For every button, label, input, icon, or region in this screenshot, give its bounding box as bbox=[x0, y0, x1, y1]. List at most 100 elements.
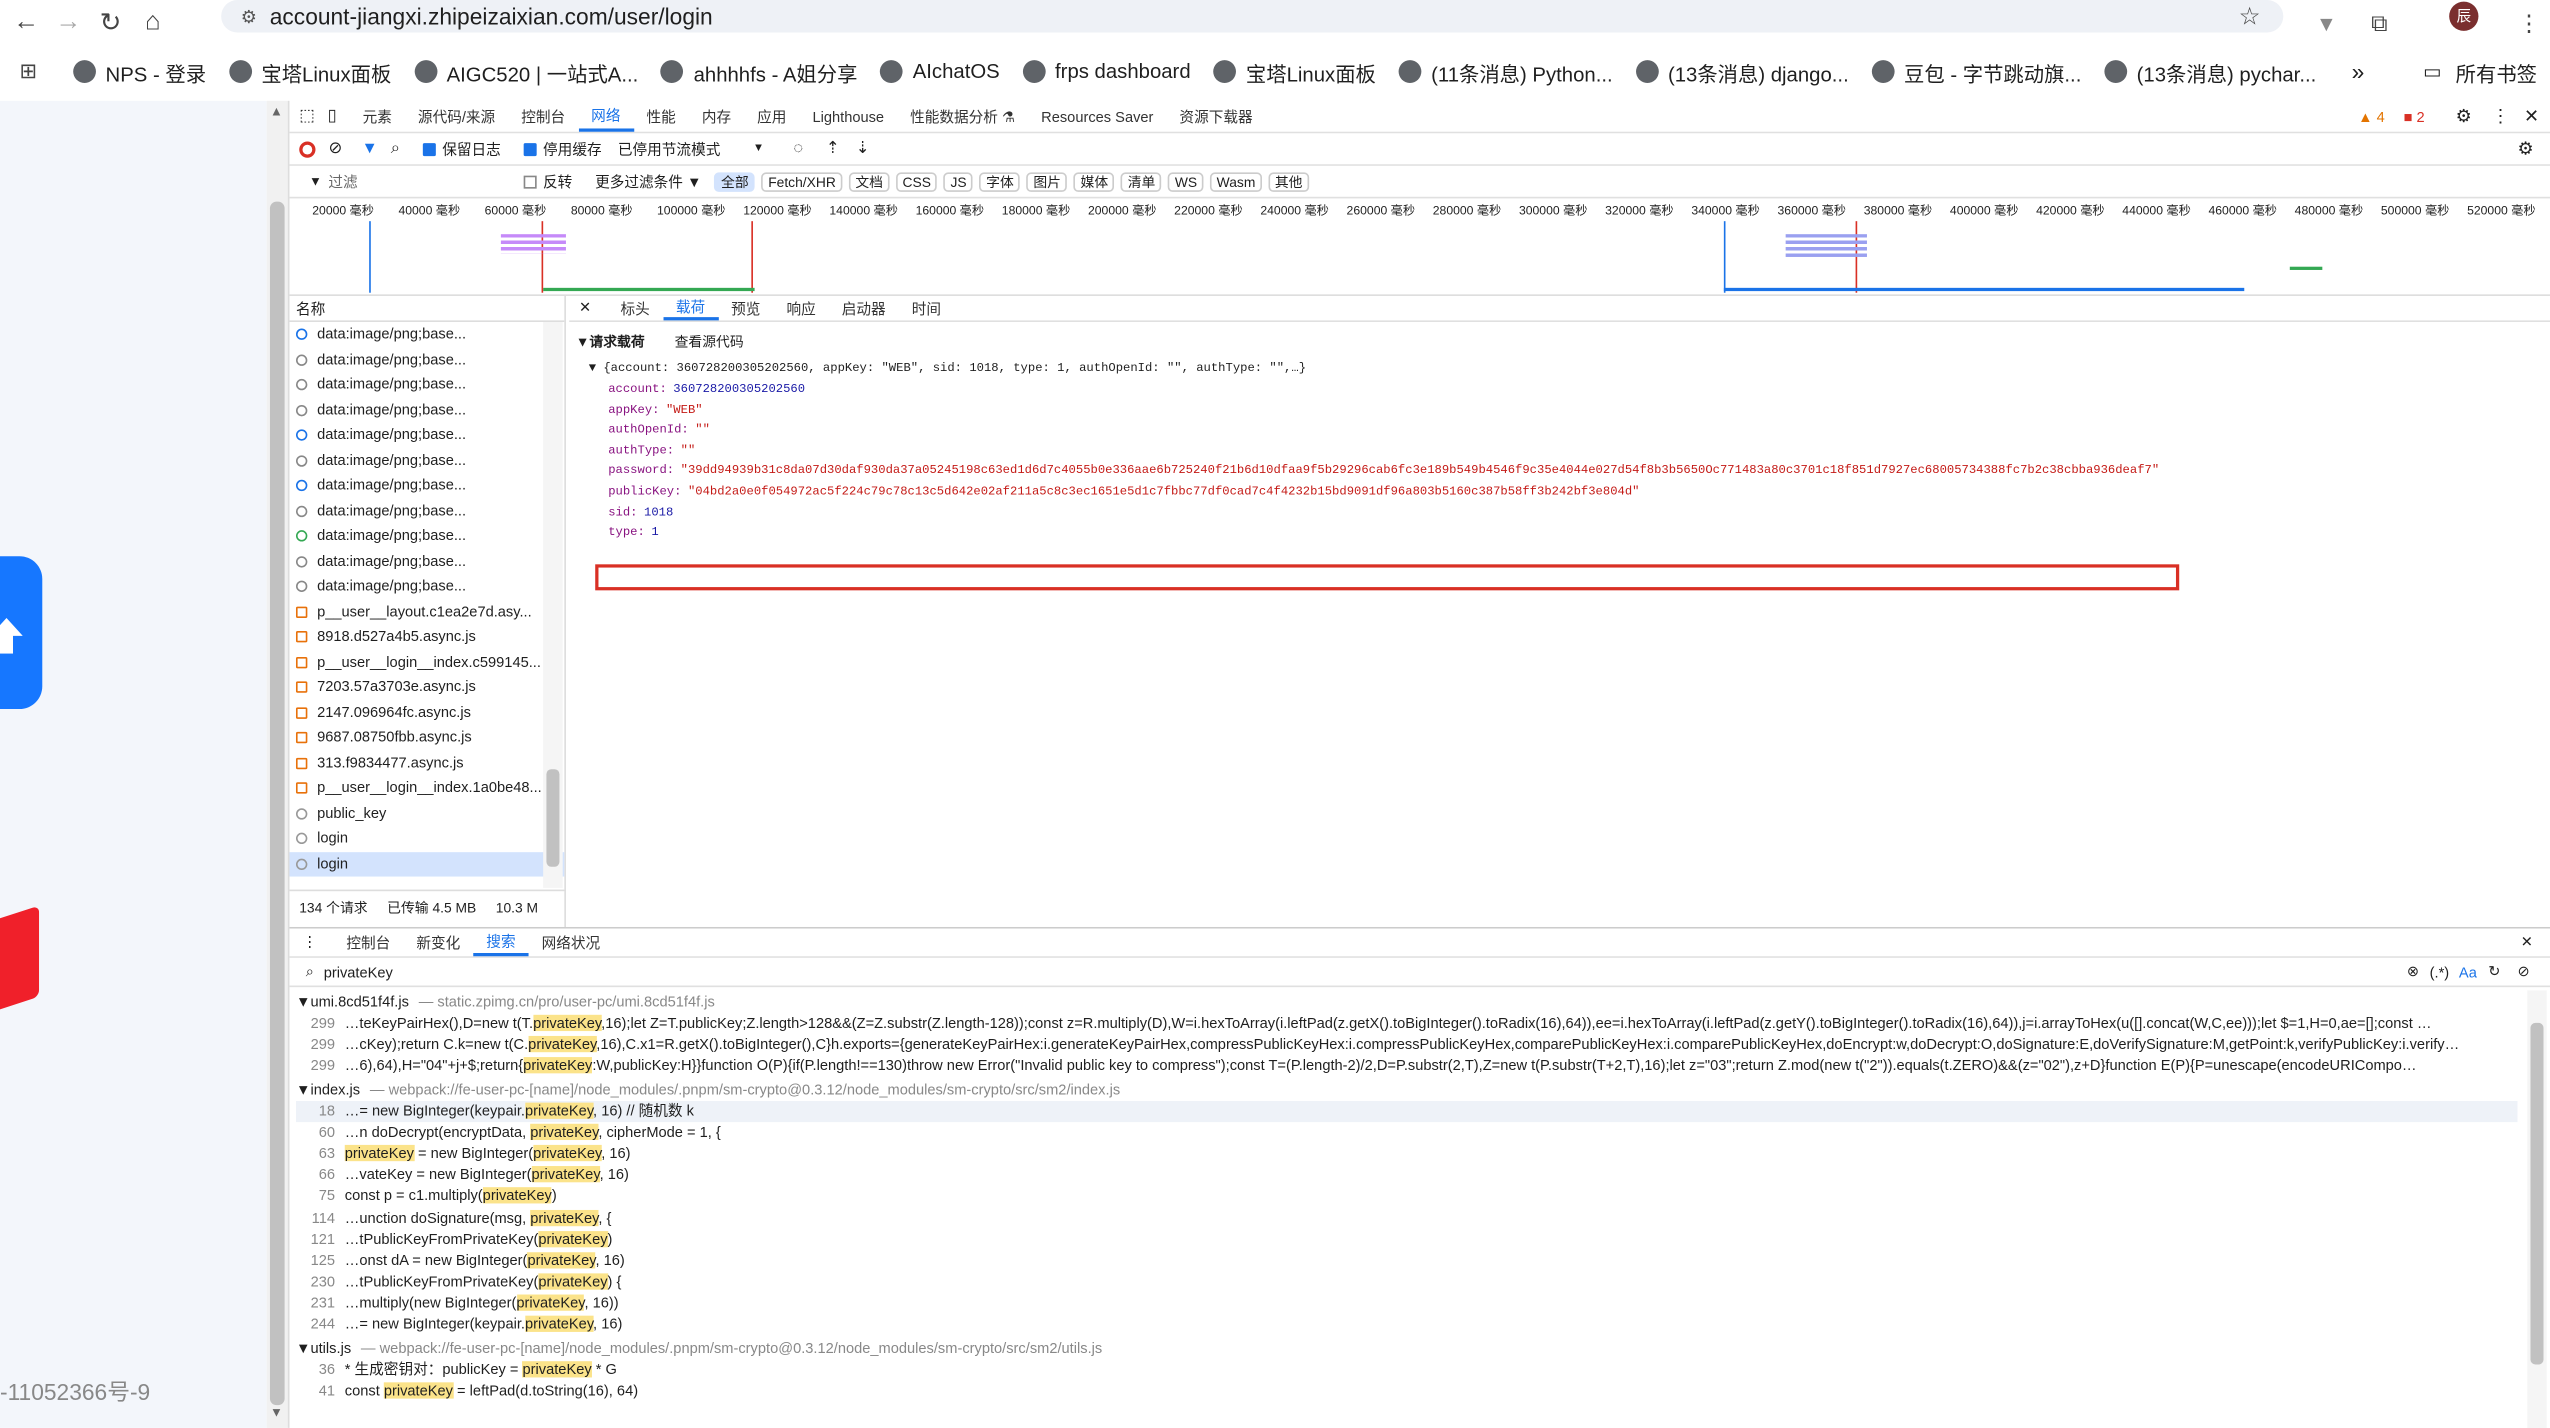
inspect-icon[interactable]: ⬚ bbox=[299, 107, 314, 125]
back-icon[interactable]: ← bbox=[10, 8, 43, 37]
filter-type-chip[interactable]: Wasm bbox=[1210, 171, 1262, 192]
result-line[interactable]: 299 …cKey);return C.k=new t(C.privateKey,… bbox=[296, 1035, 2517, 1056]
regex-icon[interactable]: (.*) bbox=[2430, 964, 2450, 980]
payload-summary[interactable]: ▼ {account: 360728200305202560, appKey: … bbox=[589, 363, 1306, 376]
filter-type-chip[interactable]: 媒体 bbox=[1074, 171, 1115, 192]
result-file-group[interactable]: ▼index.js — webpack://fe-user-pc-[name]/n… bbox=[296, 1078, 2517, 1101]
result-file-group[interactable]: ▼umi.8cd51f4f.js — static.zpimg.cn/pro/us… bbox=[296, 990, 2517, 1013]
detail-tab[interactable]: 响应 bbox=[773, 298, 828, 319]
list-scrollbar[interactable] bbox=[543, 322, 563, 888]
bookmark-item[interactable]: NPS - 登录 bbox=[73, 56, 206, 87]
reload-icon[interactable]: ↻ bbox=[94, 7, 127, 40]
timeline-overview[interactable]: 20000 毫秒 40000 毫秒 60000 毫秒 80000 毫秒 100000 毫… bbox=[289, 198, 2550, 296]
payload-field[interactable]: authType: "" bbox=[608, 445, 2159, 465]
filter-type-chip[interactable]: Fetch/XHR bbox=[761, 171, 843, 192]
page-scroll-thumb[interactable] bbox=[269, 201, 285, 1406]
error-badge[interactable]: ■ 2 bbox=[2404, 108, 2425, 124]
list-header[interactable]: 名称 bbox=[289, 296, 565, 323]
home-icon[interactable]: ⌂ bbox=[137, 8, 170, 37]
result-line[interactable]: 36 * 生成密钥对：publicKey = privateKey * G bbox=[296, 1359, 2517, 1380]
filter-type-chip[interactable]: 全部 bbox=[714, 171, 756, 192]
throttle-select[interactable]: 已停用节流模式 bbox=[618, 138, 720, 159]
filter-input[interactable]: 过滤 bbox=[328, 171, 523, 192]
all-bookmarks[interactable]: 所有书签 bbox=[2456, 56, 2537, 87]
result-line[interactable]: 299 …teKeyPairHex(),D=new t(T.privateKey,… bbox=[296, 1013, 2517, 1034]
bookmark-item[interactable]: 豆包 - 字节跳动旗... bbox=[1871, 56, 2081, 87]
devtools-tab[interactable]: Resources Saver bbox=[1028, 108, 1166, 124]
request-row[interactable]: 8918.d527a4b5.async.js bbox=[289, 624, 564, 649]
url-text[interactable]: account-jiangxi.zhipeizaixian.com/user/l… bbox=[270, 3, 713, 29]
result-line[interactable]: 63 privateKey = new BigInteger(privateKey… bbox=[296, 1143, 2517, 1164]
payload-section-toggle[interactable]: ▼请求载荷 bbox=[576, 333, 645, 349]
payload-field[interactable]: account: 360728200305202560 bbox=[608, 384, 2159, 404]
warn-badge[interactable]: ▲ 4 bbox=[2358, 108, 2385, 124]
detail-tab[interactable]: 载荷 bbox=[662, 296, 719, 321]
devtools-tab[interactable]: 元素 bbox=[350, 106, 405, 127]
result-line[interactable]: 60 …n doDecrypt(encryptData, privateKey, … bbox=[296, 1122, 2517, 1143]
drawer-tab[interactable]: 搜索 bbox=[473, 929, 529, 957]
request-row[interactable]: data:image/png;base... bbox=[289, 347, 564, 372]
detail-tab[interactable]: 标头 bbox=[607, 298, 662, 319]
devtools-tab[interactable]: 应用 bbox=[744, 106, 799, 127]
request-row[interactable]: data:image/png;base... bbox=[289, 448, 564, 473]
invert-checkbox[interactable] bbox=[523, 174, 537, 188]
drawer-menu-icon[interactable]: ⋮ bbox=[302, 933, 317, 951]
filter-type-chip[interactable]: WS bbox=[1168, 171, 1204, 192]
profile-avatar[interactable]: 辰 bbox=[2449, 1, 2479, 31]
drawer-tab[interactable]: 新变化 bbox=[403, 932, 473, 953]
request-row[interactable]: p__user__login__index.1a0be48... bbox=[289, 776, 564, 801]
detail-tab[interactable]: 时间 bbox=[899, 298, 954, 319]
bookmark-item[interactable]: ahhhhfs - A姐分享 bbox=[661, 56, 857, 87]
request-row[interactable]: public_key bbox=[289, 801, 564, 826]
result-line[interactable]: 18 …= new BigInteger(keypair.privateKey, … bbox=[295, 1100, 2518, 1122]
devtools-tab[interactable]: 性能 bbox=[633, 106, 688, 127]
bookmark-item[interactable]: AIchatOS bbox=[880, 60, 1000, 83]
bookmark-item[interactable]: (11条消息) Python... bbox=[1398, 56, 1613, 87]
request-row[interactable]: data:image/png;base... bbox=[289, 473, 564, 498]
request-row[interactable]: login bbox=[289, 851, 565, 877]
clear-results-icon[interactable]: ⊘ bbox=[2517, 963, 2529, 981]
request-row[interactable]: data:image/png;base... bbox=[289, 574, 564, 599]
omnibox[interactable]: ⚙ account-jiangxi.zhipeizaixian.com/user… bbox=[221, 0, 2284, 33]
extension-v-icon[interactable]: ▼ bbox=[2316, 11, 2337, 35]
throttle-dropdown-icon[interactable]: ▼ bbox=[753, 143, 764, 154]
bookmark-item[interactable]: 宝塔Linux面板 bbox=[228, 56, 391, 87]
request-row[interactable]: 2147.096964fc.async.js bbox=[289, 700, 564, 725]
filter-type-chip[interactable]: 图片 bbox=[1026, 171, 1068, 192]
result-line[interactable]: 121 …tPublicKeyFromPrivateKey(privateKey) bbox=[296, 1229, 2517, 1250]
drawer-tab[interactable]: 网络状况 bbox=[529, 932, 614, 953]
network-settings-icon[interactable]: ⚙ bbox=[2517, 138, 2533, 160]
upload-icon[interactable]: ⇡ bbox=[826, 140, 840, 158]
result-line[interactable]: 41 const privateKey = leftPad(d.toString(… bbox=[296, 1380, 2517, 1401]
filter-type-chip[interactable]: 文档 bbox=[848, 171, 890, 192]
request-row[interactable]: data:image/png;base... bbox=[289, 524, 564, 549]
clear-icon[interactable]: ⊘ bbox=[329, 140, 343, 158]
preserve-log-checkbox[interactable] bbox=[422, 142, 436, 156]
download-icon[interactable]: ⇣ bbox=[856, 140, 870, 158]
result-line[interactable]: 230 …tPublicKeyFromPrivateKey(privateKey)… bbox=[296, 1272, 2517, 1293]
request-row[interactable]: 9687.08750fbb.async.js bbox=[289, 725, 564, 750]
disable-cache-checkbox[interactable] bbox=[523, 142, 537, 156]
filter-type-chip[interactable]: 清单 bbox=[1121, 171, 1162, 192]
request-row[interactable]: data:image/png;base... bbox=[289, 498, 564, 523]
bookmark-item[interactable]: frps dashboard bbox=[1022, 60, 1191, 83]
result-line[interactable]: 66 …vateKey = new BigInteger(privateKey, … bbox=[296, 1165, 2517, 1186]
search-icon[interactable]: ⌕ bbox=[391, 140, 400, 158]
result-line[interactable]: 75 const p = c1.multiply(privateKey) bbox=[296, 1186, 2517, 1207]
devtools-tab[interactable]: 控制台 bbox=[508, 106, 578, 127]
refresh-search-icon[interactable]: ↻ bbox=[2488, 963, 2500, 981]
devtools-tab[interactable]: Lighthouse bbox=[799, 108, 897, 124]
request-row[interactable]: 313.f9834477.async.js bbox=[289, 751, 564, 776]
request-row[interactable]: data:image/png;base... bbox=[289, 398, 564, 423]
result-file-group[interactable]: ▼utils.js — webpack://fe-user-pc-[name]/n… bbox=[296, 1336, 2517, 1359]
request-row[interactable]: p__user__layout.c1ea2e7d.asy... bbox=[289, 599, 564, 624]
more-filters-button[interactable]: 更多过滤条件 ▼ bbox=[595, 171, 701, 192]
site-info-icon[interactable]: ⚙ bbox=[241, 6, 257, 27]
filter-type-chip[interactable]: JS bbox=[943, 171, 974, 192]
results-scrollbar[interactable] bbox=[2527, 990, 2547, 1428]
menu-icon[interactable]: ⋮ bbox=[2517, 9, 2540, 37]
filter-icon[interactable]: ▼ bbox=[362, 140, 378, 158]
request-row[interactable]: data:image/png;base... bbox=[289, 423, 564, 448]
bookmark-item[interactable]: (13条消息) pychar... bbox=[2104, 56, 2316, 87]
payload-field[interactable]: sid: 1018 bbox=[608, 507, 2159, 527]
